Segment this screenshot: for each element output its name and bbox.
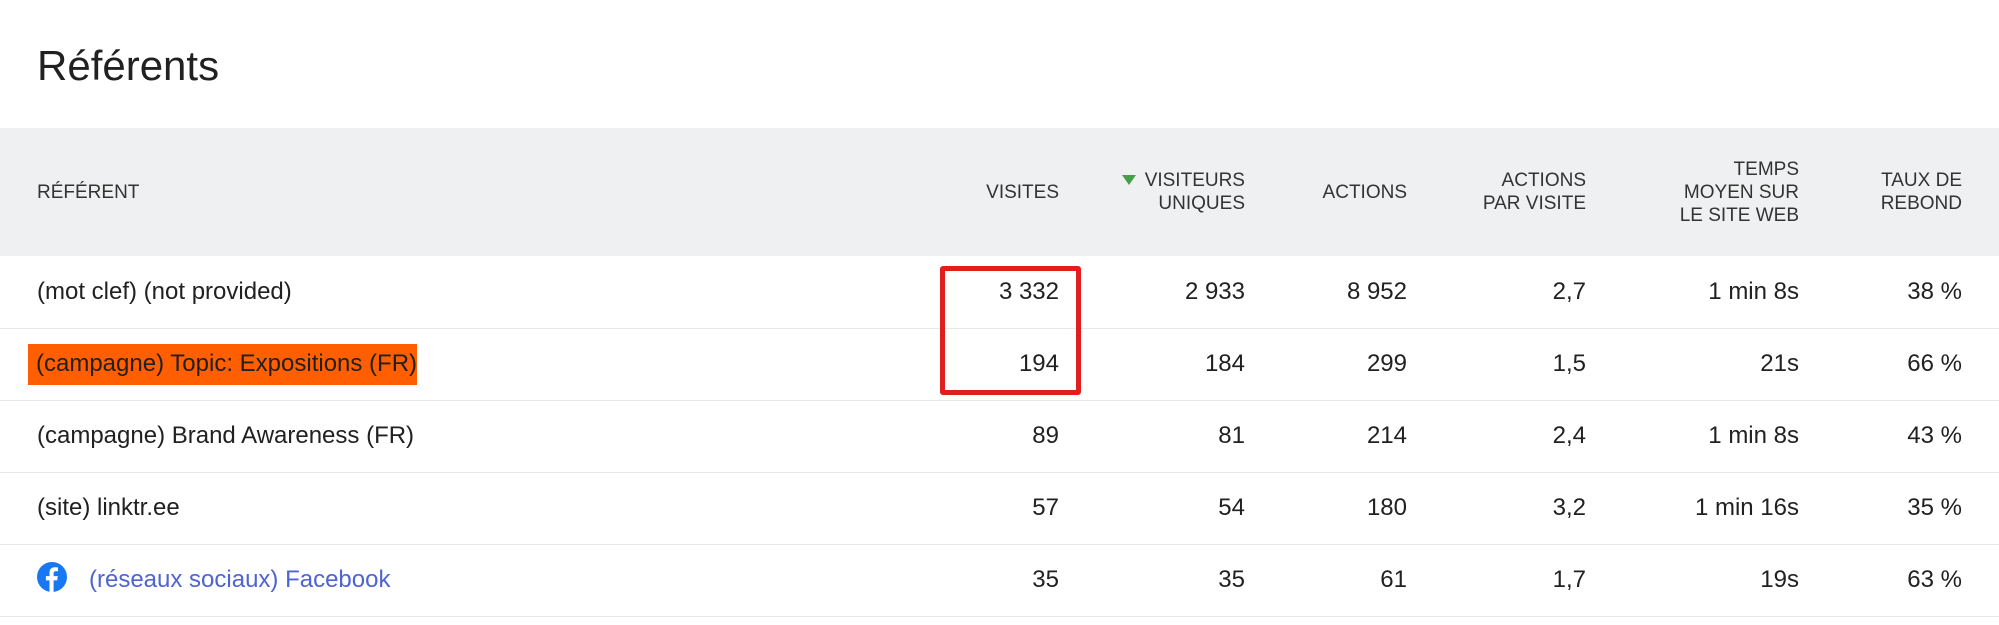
referrer-label: (campagne) Topic: Expositions (FR)	[0, 328, 900, 400]
referrer-link[interactable]: (réseaux sociaux) Facebook	[89, 565, 390, 592]
bounce-rate-cell: 35 %	[1907, 494, 1962, 521]
referrers-report: Référents RÉFÉRENT VISITES VISITEURS UNI…	[0, 0, 1999, 625]
bounce-rate-cell: 38 %	[1907, 277, 1962, 305]
table-row[interactable]: (mot clef) (not provided) 3 332 2 933 8 …	[0, 256, 1999, 328]
column-header-referrer[interactable]: RÉFÉRENT	[0, 128, 900, 256]
bounce-rate-cell: 43 %	[1907, 422, 1962, 449]
unique-visitors-cell: 54	[1218, 494, 1245, 521]
actions-cell: 214	[1366, 422, 1407, 449]
column-header-actions[interactable]: ACTIONS	[1245, 128, 1407, 256]
actions-cell: 61	[1380, 566, 1407, 593]
sort-descending-icon	[1121, 175, 1136, 185]
referrer-label: (site) linktr.ee	[37, 494, 180, 521]
referrers-table: RÉFÉRENT VISITES VISITEURS UNIQUES ACTIO…	[0, 128, 1999, 617]
avg-time-cell: 21s	[1760, 350, 1799, 377]
bounce-rate-cell: 63 %	[1907, 566, 1962, 593]
highlighted-referrer-label: (campagne) Topic: Expositions (FR)	[28, 344, 418, 385]
avg-time-cell: 1 min 16s	[1694, 494, 1799, 521]
referrer-label: (réseaux sociaux) Facebook	[0, 544, 900, 616]
table-row[interactable]: (réseaux sociaux) Facebook 35 35 61 1,7 …	[0, 544, 1999, 616]
referrer-label: (mot clef) (not provided)	[37, 277, 292, 305]
column-header-unique-visitors[interactable]: VISITEURS UNIQUES	[1059, 128, 1245, 256]
unique-visitors-cell: 35	[1218, 566, 1245, 593]
unique-visitors-cell: 2 933	[1184, 277, 1245, 305]
avg-time-cell: 1 min 8s	[1708, 422, 1799, 449]
column-header-avg-time[interactable]: TEMPS MOYEN SUR LE SITE WEB	[1586, 128, 1799, 256]
visits-cell: 57	[1032, 494, 1059, 521]
page-title: Référents	[37, 42, 220, 89]
visits-cell: 194	[1018, 350, 1059, 377]
column-header-visits[interactable]: VISITES	[900, 128, 1059, 256]
table-row[interactable]: (site) linktr.ee 57 54 180 3,2 1 min 16s…	[0, 472, 1999, 544]
actions-per-visit-cell: 1,7	[1552, 566, 1586, 593]
actions-per-visit-cell: 2,4	[1552, 422, 1586, 449]
column-header-actions-per-visit[interactable]: ACTIONS PAR VISITE	[1407, 128, 1586, 256]
avg-time-cell: 19s	[1760, 566, 1799, 593]
actions-per-visit-cell: 2,7	[1552, 277, 1586, 305]
avg-time-cell: 1 min 8s	[1708, 277, 1799, 305]
visits-cell: 3 332	[998, 277, 1059, 305]
actions-per-visit-cell: 3,2	[1552, 494, 1586, 521]
bounce-rate-cell: 66 %	[1907, 350, 1962, 377]
actions-cell: 299	[1366, 350, 1407, 377]
table-row[interactable]: (campagne) Brand Awareness (FR) 89 81 21…	[0, 400, 1999, 472]
actions-cell: 180	[1366, 494, 1407, 521]
actions-per-visit-cell: 1,5	[1552, 350, 1586, 377]
actions-cell: 8 952	[1346, 277, 1407, 305]
referrer-label: (campagne) Brand Awareness (FR)	[37, 422, 415, 449]
facebook-icon	[37, 561, 67, 599]
column-header-bounce-rate[interactable]: TAUX DE REBOND	[1799, 128, 1999, 256]
table-row[interactable]: (campagne) Topic: Expositions (FR) 194 1…	[0, 328, 1999, 400]
visits-cell: 35	[1032, 566, 1059, 593]
table-header-row: RÉFÉRENT VISITES VISITEURS UNIQUES ACTIO…	[0, 128, 1999, 256]
unique-visitors-cell: 184	[1204, 350, 1245, 377]
visits-cell: 89	[1032, 422, 1059, 449]
unique-visitors-cell: 81	[1218, 422, 1245, 449]
